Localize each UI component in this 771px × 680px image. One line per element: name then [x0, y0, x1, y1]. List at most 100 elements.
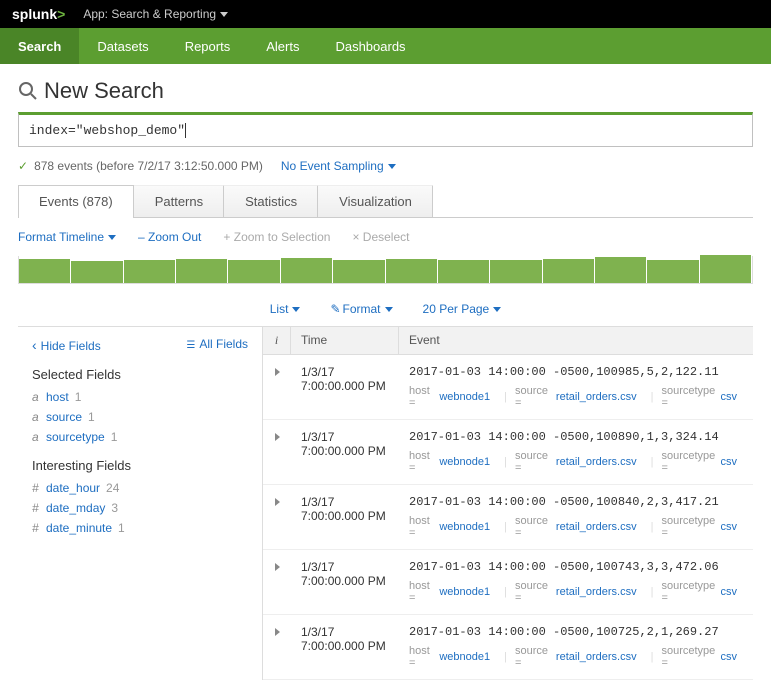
timeline-bar[interactable] [71, 261, 123, 283]
column-info[interactable]: i [263, 327, 291, 354]
list-view-dropdown[interactable]: List [270, 302, 301, 316]
column-time[interactable]: Time [291, 327, 399, 354]
search-icon [18, 81, 38, 101]
event-row: 1/3/177:00:00.000 PM2017-01-03 14:00:00 … [263, 485, 753, 550]
field-row[interactable]: asource 1 [32, 410, 248, 424]
tab-visualization[interactable]: Visualization [318, 185, 433, 217]
meta-sourcetype[interactable]: csv [721, 391, 738, 403]
chevron-right-icon [275, 560, 280, 574]
result-count: 878 events (before 7/2/17 3:12:50.000 PM… [34, 159, 263, 173]
nav-search[interactable]: Search [0, 28, 79, 64]
event-raw[interactable]: 2017-01-03 14:00:00 -0500,100985,5,2,122… [409, 365, 743, 379]
zoom-to-selection-button: + Zoom to Selection [223, 230, 330, 244]
event-meta: host = webnode1|source = retail_orders.c… [409, 450, 743, 474]
field-row[interactable]: #date_minute1 [32, 521, 248, 535]
expand-row-button[interactable] [263, 485, 291, 549]
nav-reports[interactable]: Reports [167, 28, 249, 64]
event-row: 1/3/177:00:00.000 PM2017-01-03 14:00:00 … [263, 420, 753, 485]
event-sampling-dropdown[interactable]: No Event Sampling [281, 159, 396, 173]
meta-host[interactable]: webnode1 [439, 456, 490, 468]
result-tabs: Events (878)PatternsStatisticsVisualizat… [18, 185, 753, 218]
nav-datasets[interactable]: Datasets [79, 28, 166, 64]
meta-host[interactable]: webnode1 [439, 521, 490, 533]
events-header: i Time Event [263, 327, 753, 355]
field-row[interactable]: asourcetype1 [32, 430, 248, 444]
event-meta: host = webnode1|source = retail_orders.c… [409, 580, 743, 604]
timeline[interactable] [18, 256, 753, 284]
nav-alerts[interactable]: Alerts [248, 28, 317, 64]
timeline-bar[interactable] [490, 260, 542, 283]
meta-source[interactable]: retail_orders.csv [556, 456, 637, 468]
meta-source[interactable]: retail_orders.csv [556, 586, 637, 598]
timeline-bar[interactable] [124, 260, 176, 283]
tab-patterns[interactable]: Patterns [134, 185, 224, 217]
nav-dashboards[interactable]: Dashboards [317, 28, 423, 64]
event-row: 1/3/177:00:00.000 PM2017-01-03 14:00:00 … [263, 355, 753, 420]
meta-sourcetype[interactable]: csv [721, 456, 738, 468]
event-raw[interactable]: 2017-01-03 14:00:00 -0500,100840,2,3,417… [409, 495, 743, 509]
page-title: New Search [44, 78, 164, 104]
timeline-bar[interactable] [281, 258, 333, 283]
search-input[interactable]: index="webshop_demo" [18, 112, 753, 147]
field-type-icon: # [32, 501, 46, 515]
meta-host[interactable]: webnode1 [439, 651, 490, 663]
tab-events-[interactable]: Events (878) [18, 185, 134, 218]
deselect-button: × Deselect [352, 230, 409, 244]
per-page-dropdown[interactable]: 20 Per Page [423, 302, 502, 316]
timeline-controls: Format Timeline – Zoom Out + Zoom to Sel… [18, 218, 753, 256]
expand-row-button[interactable] [263, 615, 291, 679]
tab-statistics[interactable]: Statistics [224, 185, 318, 217]
event-raw[interactable]: 2017-01-03 14:00:00 -0500,100890,1,3,324… [409, 430, 743, 444]
timeline-bar[interactable] [333, 260, 385, 283]
timeline-bar[interactable] [700, 255, 752, 283]
timeline-bar[interactable] [19, 259, 71, 283]
field-count: 24 [106, 481, 119, 495]
timeline-bar[interactable] [595, 257, 647, 283]
field-type-icon: a [32, 410, 46, 424]
field-type-icon: # [32, 521, 46, 535]
hide-fields-button[interactable]: Hide Fields [32, 337, 101, 353]
meta-source[interactable]: retail_orders.csv [556, 521, 637, 533]
chevron-right-icon [275, 365, 280, 379]
field-row[interactable]: ahost1 [32, 390, 248, 404]
field-name[interactable]: date_minute [46, 521, 112, 535]
meta-sourcetype[interactable]: csv [721, 586, 738, 598]
all-fields-button[interactable]: All Fields [186, 337, 248, 353]
field-name[interactable]: host [46, 390, 69, 404]
timeline-bar[interactable] [438, 260, 490, 283]
event-time: 1/3/177:00:00.000 PM [291, 615, 399, 679]
format-timeline-dropdown[interactable]: Format Timeline [18, 230, 116, 244]
timeline-bar[interactable] [228, 260, 280, 283]
expand-row-button[interactable] [263, 355, 291, 419]
expand-row-button[interactable] [263, 550, 291, 614]
navbar: SearchDatasetsReportsAlertsDashboards [0, 28, 771, 64]
expand-row-button[interactable] [263, 420, 291, 484]
field-name[interactable]: source [46, 410, 82, 424]
meta-source[interactable]: retail_orders.csv [556, 651, 637, 663]
zoom-out-button[interactable]: – Zoom Out [138, 230, 201, 244]
meta-host[interactable]: webnode1 [439, 586, 490, 598]
timeline-bar[interactable] [176, 259, 228, 283]
timeline-bar[interactable] [647, 260, 699, 283]
event-raw[interactable]: 2017-01-03 14:00:00 -0500,100725,2,1,269… [409, 625, 743, 639]
chevron-right-icon [275, 430, 280, 444]
field-name[interactable]: date_mday [46, 501, 105, 515]
field-row[interactable]: #date_mday 3 [32, 501, 248, 515]
selected-fields-heading: Selected Fields [32, 367, 248, 382]
meta-sourcetype[interactable]: csv [721, 651, 738, 663]
meta-source[interactable]: retail_orders.csv [556, 391, 637, 403]
app-selector[interactable]: App: Search & Reporting [83, 7, 228, 21]
field-name[interactable]: sourcetype [46, 430, 105, 444]
meta-host[interactable]: webnode1 [439, 391, 490, 403]
event-row: 1/3/177:00:00.000 PM 2017-01-03 14:00:00 … [263, 615, 753, 680]
field-count: 1 [88, 410, 95, 424]
field-name[interactable]: date_hour [46, 481, 100, 495]
event-raw[interactable]: 2017-01-03 14:00:00 -0500,100743,3,3,472… [409, 560, 743, 574]
field-count: 3 [111, 501, 118, 515]
field-row[interactable]: #date_hour24 [32, 481, 248, 495]
meta-sourcetype[interactable]: csv [721, 521, 738, 533]
interesting-fields-heading: Interesting Fields [32, 458, 248, 473]
timeline-bar[interactable] [386, 259, 438, 283]
timeline-bar[interactable] [543, 259, 595, 283]
format-dropdown[interactable]: Format [330, 302, 392, 316]
